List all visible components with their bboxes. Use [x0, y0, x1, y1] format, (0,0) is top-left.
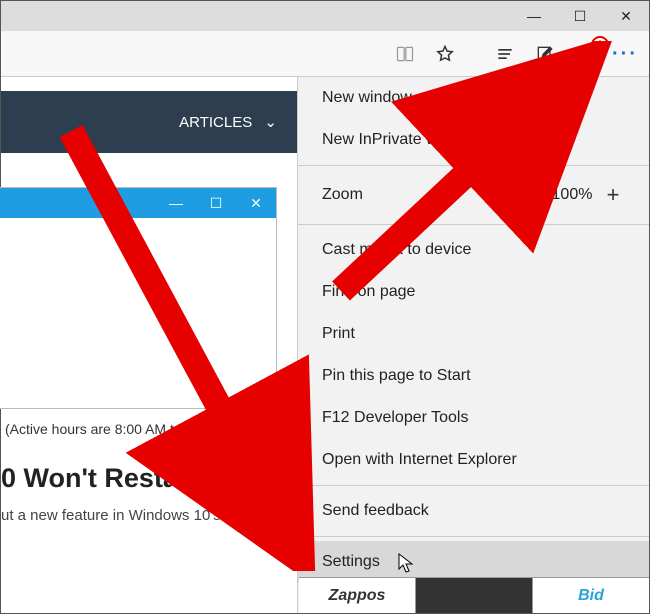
- ad-slot-3[interactable]: Bid: [533, 578, 649, 613]
- menu-devtools[interactable]: F12 Developer Tools: [298, 397, 649, 439]
- zoom-out-button[interactable]: −: [515, 182, 547, 208]
- browser-toolbar: 1 ···: [1, 31, 649, 77]
- hub-icon[interactable]: [485, 34, 525, 74]
- zoom-label: Zoom: [322, 186, 515, 204]
- menu-zoom-row: Zoom − 100% +: [298, 170, 649, 220]
- zoom-in-button[interactable]: +: [597, 182, 629, 208]
- menu-separator: [298, 485, 649, 486]
- article-headline[interactable]: 0 Won't Restart at a Ba: [1, 463, 294, 494]
- menu-new-window[interactable]: New window: [298, 77, 649, 119]
- nav-articles-link[interactable]: ARTICLES ⌄: [179, 113, 277, 131]
- menu-print[interactable]: Print: [298, 313, 649, 355]
- ad-slot-2[interactable]: [416, 578, 533, 613]
- image-caption: (Active hours are 8:00 AM to 0 PM.): [1, 417, 231, 441]
- embedded-close-icon: ✕: [236, 195, 276, 212]
- menu-open-ie[interactable]: Open with Internet Explorer: [298, 439, 649, 481]
- annotation-step-2: 2: [293, 544, 311, 562]
- reading-view-icon[interactable]: [385, 34, 425, 74]
- menu-separator: [298, 224, 649, 225]
- more-menu-button[interactable]: ···: [605, 34, 645, 74]
- article-body-text: ut a new feature in Windows 10's: [1, 507, 301, 524]
- maximize-button[interactable]: ☐: [557, 1, 603, 31]
- menu-separator: [298, 165, 649, 166]
- embedded-maximize-icon: ☐: [196, 195, 236, 212]
- page-content: ARTICLES ⌄ — ☐ ✕ (Active hours are 8:00 …: [1, 77, 649, 613]
- embedded-window-body: [0, 218, 276, 408]
- mouse-cursor-icon: [398, 553, 414, 575]
- zoom-value: 100%: [547, 186, 597, 204]
- menu-find[interactable]: Find on page: [298, 271, 649, 313]
- chevron-down-icon: ⌄: [264, 114, 277, 131]
- site-navbar: ARTICLES ⌄: [1, 91, 301, 153]
- ad-slot-1[interactable]: Zappos: [299, 578, 416, 613]
- share-icon[interactable]: 1: [565, 34, 605, 74]
- menu-feedback[interactable]: Send feedback: [298, 490, 649, 532]
- embedded-minimize-icon: —: [156, 195, 196, 211]
- embedded-window: — ☐ ✕: [0, 187, 277, 409]
- embedded-window-titlebar: — ☐ ✕: [0, 188, 276, 218]
- menu-pin[interactable]: Pin this page to Start: [298, 355, 649, 397]
- favorites-star-icon[interactable]: [425, 34, 465, 74]
- window-titlebar: — ☐ ✕: [1, 1, 649, 31]
- menu-cast[interactable]: Cast media to device: [298, 229, 649, 271]
- minimize-button[interactable]: —: [511, 1, 557, 31]
- web-notes-icon[interactable]: [525, 34, 565, 74]
- close-button[interactable]: ✕: [603, 1, 649, 31]
- menu-separator: [298, 536, 649, 537]
- menu-new-inprivate[interactable]: New InPrivate window: [298, 119, 649, 161]
- more-menu-panel: New window New InPrivate window Zoom − 1…: [297, 77, 649, 613]
- ad-row: Zappos Bid: [299, 577, 649, 613]
